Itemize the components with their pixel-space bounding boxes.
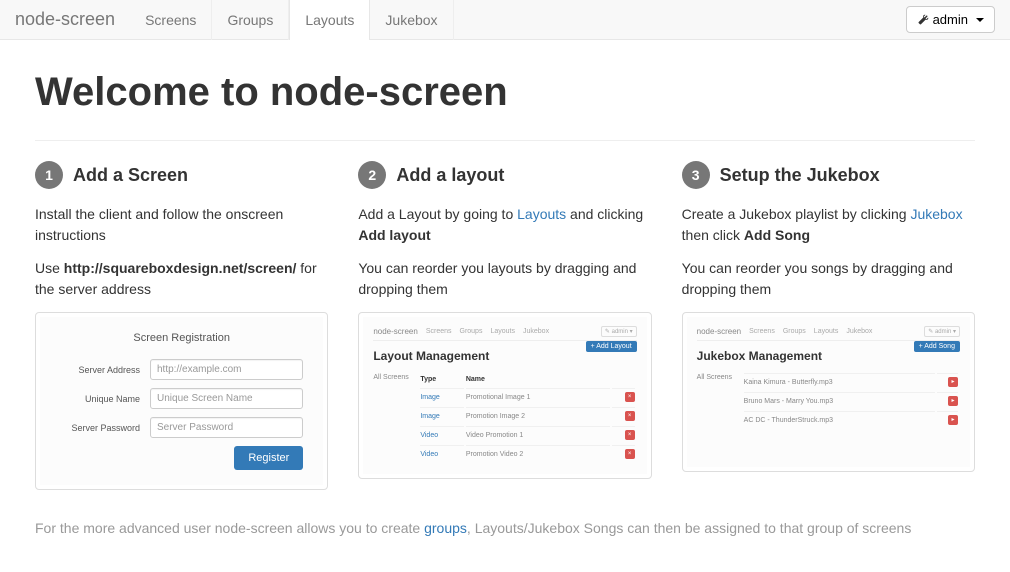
delete-icon: × (625, 392, 635, 402)
main-container: Welcome to node-screen 1 Add a Screen In… (20, 40, 990, 556)
thumbnail-jukebox: node-screen Screens Groups Layouts Jukeb… (682, 312, 975, 472)
reg-title: Screen Registration (60, 332, 303, 344)
step-desc: Use http://squareboxdesign.net/screen/ f… (35, 258, 328, 300)
layouts-link[interactable]: Layouts (517, 206, 566, 222)
table-row: Kaina Kimura - Butterfly.mp3▸ (744, 373, 958, 390)
step-2: 2 Add a layout Add a Layout by going to … (358, 161, 651, 490)
step-title: Setup the Jukebox (720, 165, 880, 186)
register-button: Register (234, 446, 303, 470)
layout-mgmt-mock: node-screen Screens Groups Layouts Jukeb… (363, 317, 646, 474)
navbar-nav: Screens Groups Layouts Jukebox (130, 0, 453, 40)
delete-icon: × (625, 449, 635, 459)
reg-addr-label: Server Address (60, 365, 150, 375)
step-header: 3 Setup the Jukebox (682, 161, 975, 189)
table-row: Bruno Mars - Marry You.mp3▸ (744, 392, 958, 409)
footer-note: For the more advanced user node-screen a… (35, 510, 975, 556)
table-row: AC DC - ThunderStruck.mp3▸ (744, 411, 958, 428)
navbar: node-screen Screens Groups Layouts Jukeb… (0, 0, 1010, 40)
registration-form-mock: Screen Registration Server Address http:… (40, 317, 323, 485)
step-desc: You can reorder you songs by dragging an… (682, 258, 975, 300)
step-1: 1 Add a Screen Install the client and fo… (35, 161, 328, 490)
caret-down-icon (976, 18, 984, 22)
jumbotron: Welcome to node-screen (35, 40, 975, 141)
page-title: Welcome to node-screen (35, 70, 975, 115)
step-3: 3 Setup the Jukebox Create a Jukebox pla… (682, 161, 975, 490)
step-title: Add a layout (396, 165, 504, 186)
step-desc: Create a Jukebox playlist by clicking Ju… (682, 204, 975, 246)
delete-icon: × (625, 430, 635, 440)
nav-item-jukebox[interactable]: Jukebox (370, 0, 453, 40)
delete-icon: × (625, 411, 635, 421)
reg-name-label: Unique Name (60, 394, 150, 404)
step-number-badge: 1 (35, 161, 63, 189)
wrench-icon (917, 14, 929, 26)
reg-addr-input: http://example.com (150, 359, 303, 380)
reg-pass-input: Server Password (150, 417, 303, 438)
reg-pass-label: Server Password (60, 423, 150, 433)
step-desc: Add a Layout by going to Layouts and cli… (358, 204, 651, 246)
thumbnail-layouts: node-screen Screens Groups Layouts Jukeb… (358, 312, 651, 479)
step-title: Add a Screen (73, 165, 188, 186)
nav-item-screens[interactable]: Screens (130, 0, 212, 40)
mock-sidebar: All Screens (697, 371, 737, 381)
play-icon: ▸ (948, 377, 958, 387)
add-layout-button: + Add Layout (586, 341, 637, 352)
table-row: ImagePromotion Image 2× (420, 407, 634, 424)
groups-link[interactable]: groups (424, 520, 467, 536)
nav-item-layouts[interactable]: Layouts (289, 0, 370, 40)
mock-table: Kaina Kimura - Butterfly.mp3▸ Bruno Mars… (742, 371, 960, 430)
mock-admin: ✎ admin ▾ (924, 326, 960, 337)
step-number-badge: 3 (682, 161, 710, 189)
step-desc: You can reorder you layouts by dragging … (358, 258, 651, 300)
step-number-badge: 2 (358, 161, 386, 189)
mock-nav: node-screen Screens Groups Layouts Jukeb… (373, 323, 636, 341)
mock-sidebar: All Screens (373, 371, 413, 381)
navbar-right: admin (906, 6, 995, 33)
table-row: ImagePromotional Image 1× (420, 388, 634, 405)
mock-admin: ✎ admin ▾ (601, 326, 637, 337)
table-row: VideoVideo Promotion 1× (420, 426, 634, 443)
add-song-button: + Add Song (914, 341, 960, 352)
reg-name-input: Unique Screen Name (150, 388, 303, 409)
jukebox-mgmt-mock: node-screen Screens Groups Layouts Jukeb… (687, 317, 970, 467)
steps-row: 1 Add a Screen Install the client and fo… (35, 161, 975, 490)
table-row: VideoPromotion Video 2× (420, 445, 634, 462)
thumbnail-registration: Screen Registration Server Address http:… (35, 312, 328, 490)
step-header: 2 Add a layout (358, 161, 651, 189)
nav-item-groups[interactable]: Groups (212, 0, 289, 40)
admin-dropdown-button[interactable]: admin (906, 6, 995, 33)
play-icon: ▸ (948, 415, 958, 425)
mock-table: TypeName ImagePromotional Image 1× Image… (418, 371, 636, 464)
step-desc: Install the client and follow the onscre… (35, 204, 328, 246)
jukebox-link[interactable]: Jukebox (910, 206, 962, 222)
navbar-brand[interactable]: node-screen (15, 9, 130, 30)
mock-nav: node-screen Screens Groups Layouts Jukeb… (697, 323, 960, 341)
step-header: 1 Add a Screen (35, 161, 328, 189)
play-icon: ▸ (948, 396, 958, 406)
